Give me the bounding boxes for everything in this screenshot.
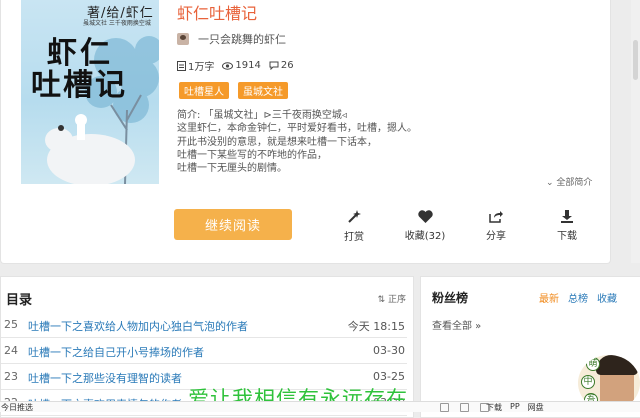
intro-line: 开此书没别的意思，就是想来吐槽一下话本， (177, 136, 377, 148)
chapter-title[interactable]: 吐槽一下之那些没有理智的读者 (28, 370, 182, 386)
share-icon (489, 211, 503, 223)
tag-item[interactable]: 吐槽星人 (179, 82, 229, 99)
portrait-hair (596, 355, 638, 375)
chapter-number: 25 (4, 318, 18, 331)
chapter-date: 今天 18:15 (347, 320, 405, 333)
toc-sort-label: 正序 (387, 295, 406, 305)
cover-publisher-line: 虽城文社 三千夜雨换空城 (83, 20, 151, 27)
magic-wand-icon (348, 210, 361, 223)
word-count-value: 1万字 (188, 62, 215, 73)
bottom-download[interactable]: 下载 (486, 402, 502, 413)
toc-title: 目录 (6, 293, 33, 308)
avatar (177, 33, 189, 45)
comment-icon (269, 61, 279, 70)
bottom-toolbar: 今日推选 下载 PP 网盘 (0, 401, 640, 412)
fans-tabs: 最新 总榜 收藏 (539, 290, 617, 305)
continue-reading-button[interactable]: 继续阅读 (174, 209, 292, 240)
bottom-right-group: 下载 PP 网盘 (486, 402, 544, 413)
fans-title: 粉丝榜 (432, 291, 469, 305)
cover-title-line-2: 吐槽记 (31, 68, 127, 103)
book-intro: 简介: 「虽城文社」⊳三千夜雨换空城◃ 这里虾仁，本命金钟仁，平时爱好看书，吐槽… (177, 109, 477, 175)
book-info-card: 著/给/虾仁 虽城文社 三千夜雨换空城 虾仁 吐槽记 虾仁吐槽记 一只会跳舞的虾… (0, 0, 611, 264)
view-count: 1914 (222, 60, 261, 71)
favorite-label: 收藏(32) (404, 231, 446, 242)
chevron-down-icon: ⌄ (546, 178, 554, 188)
view-all-link[interactable]: 查看全部 » (432, 317, 481, 332)
download-label: 下载 (557, 231, 577, 242)
eye-icon (222, 61, 234, 70)
tag-item[interactable]: 虽城文社 (238, 82, 288, 99)
intro-line: 这里虾仁，本命金钟仁，平时爱好看书，吐槽，摁人。 (177, 123, 417, 135)
chapter-number: 23 (4, 370, 18, 383)
author-name[interactable]: 一只会跳舞的虾仁 (198, 31, 286, 47)
view-count-value: 1914 (235, 60, 261, 71)
intro-line: 吐槽一下无厘头的剧情。 (177, 163, 287, 175)
bottom-netdisk[interactable]: 网盘 (528, 402, 544, 413)
book-cover[interactable]: 著/给/虾仁 虽城文社 三千夜雨换空城 虾仁 吐槽记 (21, 0, 159, 184)
chapter-title[interactable]: 吐槽一下之喜欢给人物加内心独白气泡的作者 (28, 318, 248, 334)
document-icon (177, 60, 186, 71)
intro-line: 简介: 「虽城文社」⊳三千夜雨换空城◃ (177, 110, 347, 121)
full-intro-label: 全部简介 (556, 178, 593, 188)
favorite-button[interactable]: 收藏(32) (395, 210, 455, 242)
comment-count[interactable]: 26 (269, 60, 294, 71)
comment-count-value: 26 (280, 60, 294, 71)
chapter-date: 03-25 (373, 370, 405, 383)
download-button[interactable]: 下载 (537, 210, 597, 242)
share-button[interactable]: 分享 (466, 210, 526, 242)
tab-favorites[interactable]: 收藏 (597, 290, 617, 305)
author-row[interactable]: 一只会跳舞的虾仁 (177, 31, 286, 47)
download-icon (561, 210, 573, 223)
tip-label: 打赏 (344, 232, 364, 243)
tab-total[interactable]: 总榜 (568, 290, 588, 305)
chapter-title[interactable]: 吐槽一下之给自己开小号捧场的作者 (28, 344, 204, 360)
table-row[interactable]: 24 吐槽一下之给自己开小号捧场的作者 03-30 (1, 338, 407, 364)
full-intro-link[interactable]: ⌄ 全部简介 (546, 175, 592, 188)
share-label: 分享 (486, 231, 506, 242)
badge-char: 中 (581, 375, 595, 389)
table-row[interactable]: 25 吐槽一下之喜欢给人物加内心独白气泡的作者 今天 18:15 (1, 312, 407, 338)
bottom-pp[interactable]: PP (510, 402, 520, 413)
sort-icon: ⇅ (377, 295, 386, 305)
chapter-date: 03-30 (373, 344, 405, 357)
tab-latest[interactable]: 最新 (539, 290, 559, 305)
intro-line: 吐槽一下某些写的不咋地的作品， (177, 149, 327, 161)
bottom-left-label[interactable]: 今日推选 (1, 402, 33, 413)
toc-sort-toggle[interactable]: ⇅ 正序 (378, 292, 406, 305)
book-tags: 吐槽星人 虽城文社 (179, 82, 288, 99)
badge-char: 萌 (586, 357, 600, 371)
book-title: 虾仁吐槽记 (177, 4, 258, 23)
book-stats: 1万字 1914 26 (177, 58, 294, 73)
chapter-number: 24 (4, 344, 18, 357)
heart-icon (417, 210, 433, 223)
word-count: 1万字 (177, 58, 214, 73)
tip-button[interactable]: 打赏 (324, 210, 384, 243)
scrollbar[interactable] (631, 0, 640, 263)
